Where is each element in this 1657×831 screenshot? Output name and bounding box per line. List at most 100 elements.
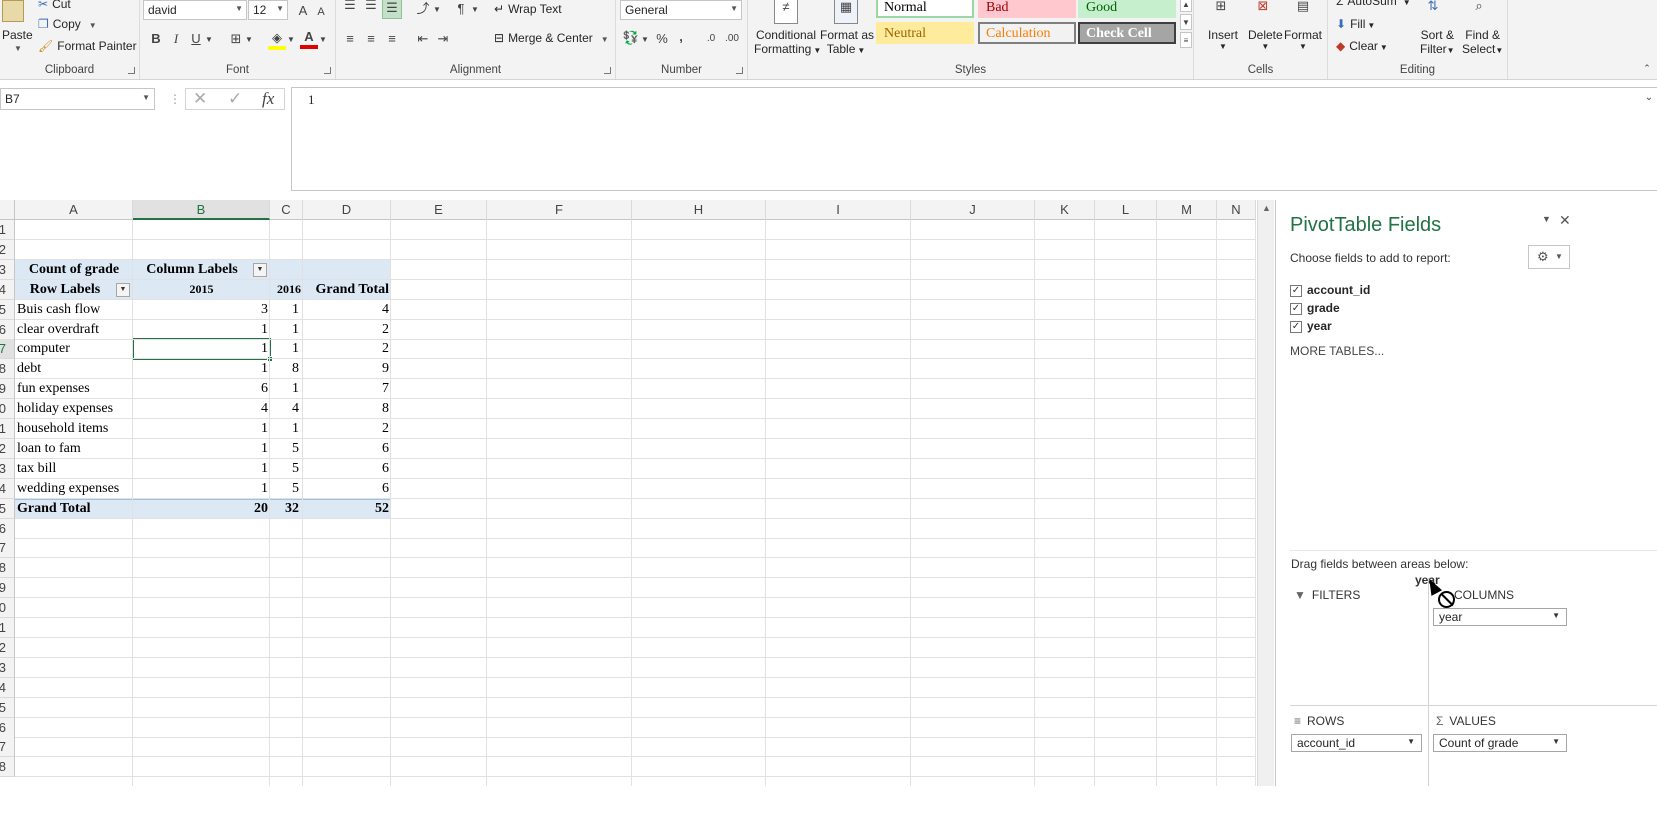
row-header-1[interactable]: 1 <box>0 220 15 240</box>
row-header-7[interactable]: 7 <box>0 339 15 360</box>
row-header-6[interactable]: 6 <box>0 319 15 340</box>
text-direction-dropdown-icon[interactable]: ▼ <box>470 2 480 18</box>
column-header-m[interactable]: M <box>1157 200 1217 220</box>
checkbox-icon[interactable]: ✓ <box>1290 284 1302 297</box>
gallery-up-icon[interactable]: ▲ <box>1180 0 1192 12</box>
align-center-icon[interactable]: ≡ <box>363 31 379 47</box>
row-header-15[interactable]: 15 <box>0 498 15 519</box>
cell-style-neutral[interactable]: Neutral <box>876 22 974 44</box>
increase-decimal-button[interactable]: .0 <box>702 31 720 47</box>
column-header-n[interactable]: N <box>1217 200 1256 220</box>
align-middle-icon[interactable]: ☰ <box>363 0 379 13</box>
row-header-21[interactable]: 21 <box>0 618 15 638</box>
row-header-4[interactable]: 4 <box>0 279 15 300</box>
more-tables-link[interactable]: MORE TABLES... <box>1290 344 1384 358</box>
scroll-up-icon[interactable]: ▲ <box>1262 203 1271 213</box>
checkbox-icon[interactable]: ✓ <box>1290 302 1302 315</box>
grow-font-icon[interactable]: A <box>295 3 311 19</box>
comma-button[interactable]: , <box>674 29 688 45</box>
copy-button[interactable]: ❐ Copy ▼ <box>38 17 97 31</box>
paste-button[interactable]: Paste <box>2 28 33 42</box>
collapse-ribbon-icon[interactable]: ⌃ <box>1640 60 1654 76</box>
format-painter-button[interactable]: 🖌 Format Painter <box>38 39 137 53</box>
worksheet-grid[interactable]: ABCDEFHIJKLMN 12345678910111213141516171… <box>0 200 1256 786</box>
font-color-dropdown-icon[interactable]: ▼ <box>318 32 328 48</box>
font-size-select[interactable]: 12 ▼ <box>248 0 288 20</box>
insert-function-button[interactable]: fx <box>262 89 274 109</box>
select-all-corner[interactable] <box>0 200 15 220</box>
field-grade[interactable]: ✓ grade <box>1290 301 1340 319</box>
number-launcher-icon[interactable] <box>736 67 743 74</box>
align-top-icon[interactable]: ☰ <box>342 0 358 13</box>
column-header-h[interactable]: H <box>632 200 766 220</box>
row-header-23[interactable]: 23 <box>0 657 15 678</box>
percent-button[interactable]: % <box>654 31 670 47</box>
row-header-17[interactable]: 17 <box>0 538 15 559</box>
gallery-more-icon[interactable]: ≡ <box>1180 32 1192 48</box>
cell-style-bad[interactable]: Bad <box>978 0 1076 18</box>
delete-button[interactable]: Delete ▼ <box>1248 28 1283 51</box>
row-header-9[interactable]: 9 <box>0 379 15 400</box>
column-header-i[interactable]: I <box>766 200 911 220</box>
cell-style-check-cell[interactable]: Check Cell <box>1078 22 1176 44</box>
paste-dropdown-icon[interactable]: ▼ <box>14 44 22 53</box>
decrease-decimal-button[interactable]: .00 <box>722 31 742 47</box>
cell-style-good[interactable]: Good <box>1078 0 1176 18</box>
row-header-22[interactable]: 22 <box>0 637 15 658</box>
underline-button[interactable]: U <box>188 31 204 47</box>
column-header-a[interactable]: A <box>15 200 133 220</box>
cut-button[interactable]: ✂ Cut <box>38 0 71 11</box>
row-header-8[interactable]: 8 <box>0 359 15 380</box>
row-header-12[interactable]: 12 <box>0 438 15 459</box>
fill-color-icon[interactable]: ◈ <box>268 30 286 50</box>
field-account-id[interactable]: ✓ account_id <box>1290 283 1370 301</box>
row-header-19[interactable]: 19 <box>0 578 15 599</box>
row-header-11[interactable]: 11 <box>0 419 15 439</box>
paste-icon[interactable] <box>2 0 24 22</box>
row-header-10[interactable]: 10 <box>0 399 15 420</box>
clear-button[interactable]: ◆ Clear ▼ <box>1336 39 1388 53</box>
column-header-d[interactable]: D <box>303 200 391 220</box>
row-header-28[interactable]: 28 <box>0 757 15 778</box>
row-header-2[interactable]: 2 <box>0 239 15 260</box>
align-bottom-icon[interactable]: ☰ <box>382 0 402 19</box>
row-header-3[interactable]: 3 <box>0 259 15 280</box>
shrink-font-icon[interactable]: A <box>314 4 328 20</box>
clipboard-launcher-icon[interactable] <box>128 67 135 74</box>
row-header-26[interactable]: 26 <box>0 717 15 738</box>
name-box[interactable]: B7 ▼ <box>0 88 155 110</box>
insert-button[interactable]: Insert ▼ <box>1208 28 1238 51</box>
number-format-select[interactable]: General ▼ <box>620 0 742 20</box>
column-header-f[interactable]: F <box>487 200 632 220</box>
formula-input[interactable]: 1 <box>291 87 1657 191</box>
borders-icon[interactable]: ⊞ <box>228 31 244 47</box>
gallery-down-icon[interactable]: ▼ <box>1180 14 1192 30</box>
column-header-j[interactable]: J <box>911 200 1035 220</box>
merge-dropdown-icon[interactable]: ▼ <box>601 35 609 44</box>
decrease-indent-icon[interactable]: ⇤ <box>414 31 432 47</box>
format-as-table-button[interactable]: Format as Table ▼ <box>820 28 874 56</box>
field-year[interactable]: ✓ year <box>1290 319 1332 337</box>
columns-field-year[interactable]: year ▼ <box>1433 608 1567 626</box>
conditional-formatting-button[interactable]: Conditional Formatting ▼ <box>754 28 821 56</box>
row-header-20[interactable]: 20 <box>0 598 15 619</box>
pane-options-chevron-icon[interactable]: ▼ <box>1542 214 1551 224</box>
merge-center-button[interactable]: ⊟ Merge & Center ▼ <box>494 31 609 45</box>
row-header-18[interactable]: 18 <box>0 558 15 579</box>
row-header-27[interactable]: 27 <box>0 737 15 758</box>
values-field-count-of-grade[interactable]: Count of grade ▼ <box>1433 734 1567 752</box>
orientation-dropdown-icon[interactable]: ▼ <box>432 2 442 18</box>
rows-field-account-id[interactable]: account_id ▼ <box>1291 734 1422 752</box>
format-button[interactable]: Format ▼ <box>1284 28 1322 51</box>
align-right-icon[interactable]: ≡ <box>384 31 400 47</box>
text-direction-icon[interactable]: ¶ <box>452 1 470 17</box>
cancel-entry-icon[interactable]: ✕ <box>193 89 207 109</box>
sort-filter-button[interactable]: Sort & Filter▼ <box>1420 28 1455 56</box>
copy-dropdown-icon[interactable]: ▼ <box>89 21 97 30</box>
row-header-25[interactable]: 25 <box>0 697 15 718</box>
font-color-button[interactable]: A <box>300 29 318 49</box>
font-name-select[interactable]: david ▼ <box>143 0 247 20</box>
orientation-icon[interactable]: ⤴ <box>414 1 432 17</box>
row-header-24[interactable]: 24 <box>0 677 15 698</box>
cell-style-normal[interactable]: Normal <box>876 0 974 18</box>
